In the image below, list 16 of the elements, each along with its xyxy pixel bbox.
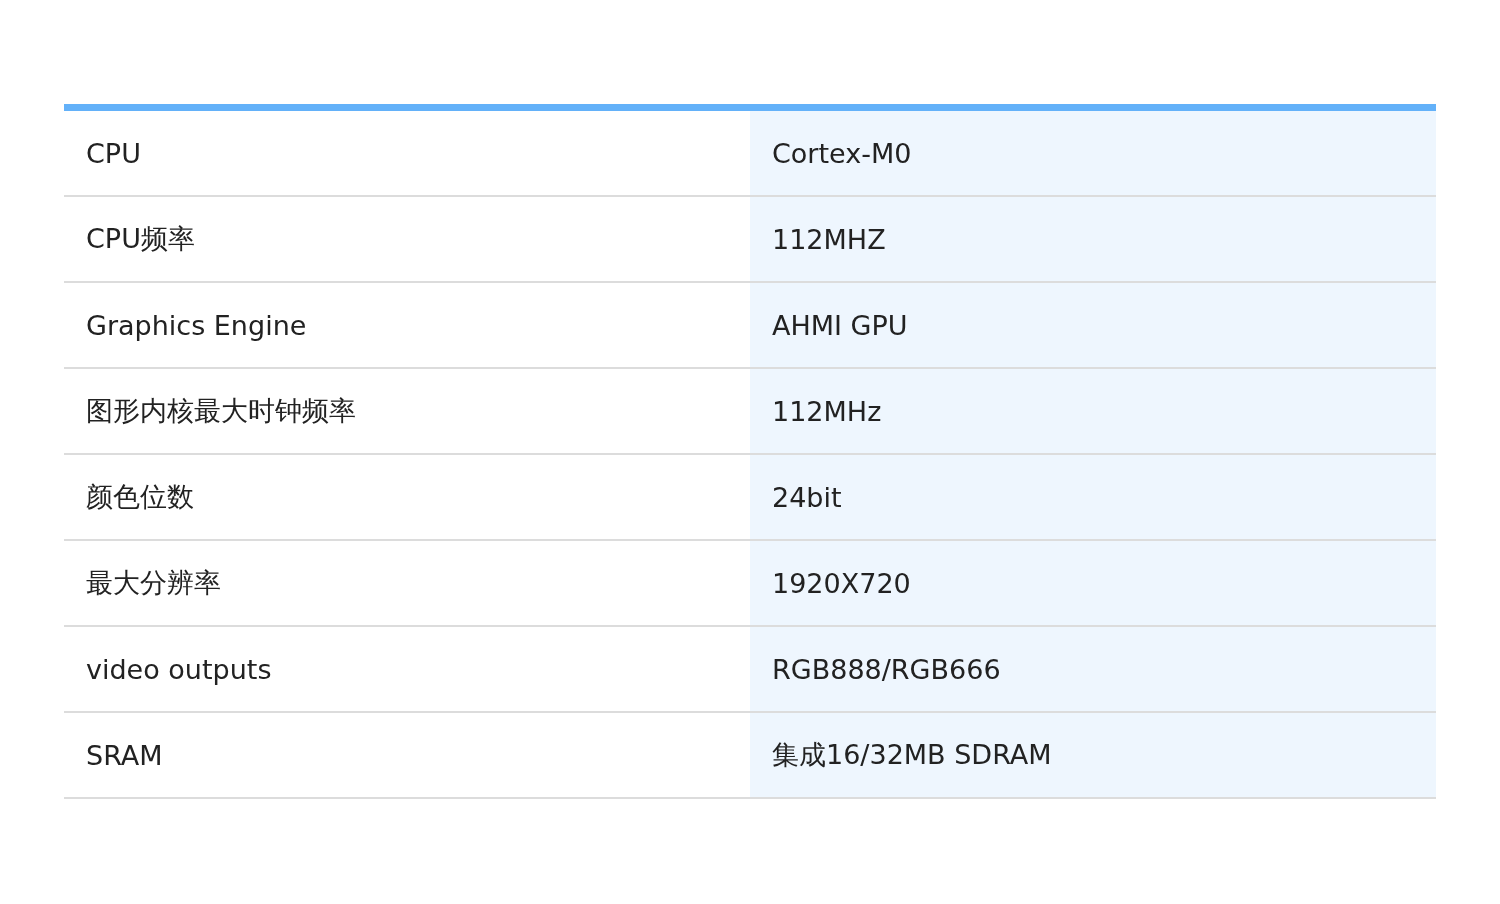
table-cell-text: SRAM [85,738,164,773]
table-cell: 112MHZ [750,197,1436,281]
table-cell: 集成16/32MB SDRAM [750,713,1436,797]
table-cell: Cortex-M0 [750,111,1436,195]
table-cell: 1920X720 [750,541,1436,625]
table-cell: 112MHz [750,369,1436,453]
table-cell: RGB888/RGB666 [750,627,1436,711]
table-cell-text: video outputs [85,652,273,687]
table-cell-text: 最大分辨率 [85,566,222,600]
table-cell: AHMI GPU [750,283,1436,367]
table-cell-text: 颜色位数 [85,480,195,514]
table-cell-text: CPU频率 [85,222,196,256]
table-cell-text: 图形内核最大时钟频率 [85,394,357,428]
table-cell-text: CPU [85,136,142,171]
table-cell-text: Graphics Engine [85,308,308,343]
table-cell: 24bit [750,455,1436,539]
